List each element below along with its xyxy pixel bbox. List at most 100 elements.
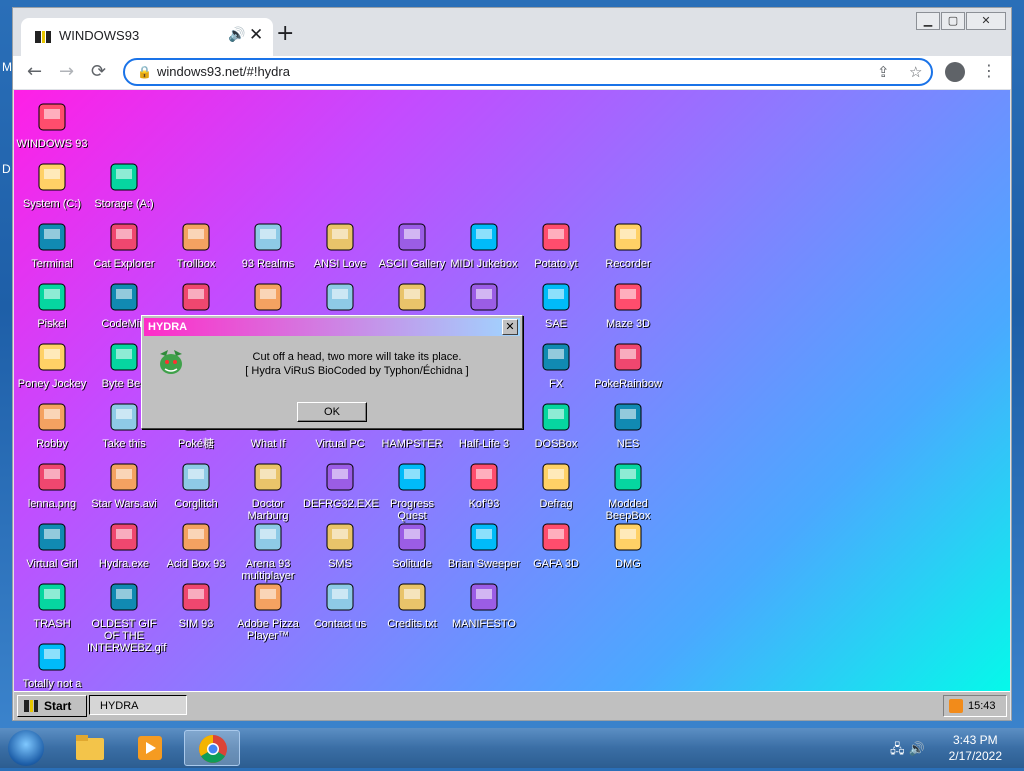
explorer-icon[interactable] (62, 730, 118, 766)
desktop-icon[interactable]: Totally not a (15, 640, 89, 690)
desktop-icon[interactable]: MANIFESTO (447, 580, 521, 630)
desktop-icon[interactable]: SMS (303, 520, 377, 570)
image-file-icon (35, 460, 69, 494)
desktop-icon[interactable]: Acid Box 93 (159, 520, 233, 570)
desktop-icon[interactable]: SAE (519, 280, 593, 330)
share-icon[interactable]: ⇪ (877, 63, 890, 81)
maximize-button[interactable]: ▢ (941, 12, 965, 30)
desktop-icon[interactable] (159, 280, 233, 318)
desktop-icon[interactable]: Solitude (375, 520, 449, 570)
desktop-icon[interactable]: MIDI Jukebox (447, 220, 521, 270)
desktop-icon[interactable]: Storage (A:) (87, 160, 161, 210)
minimize-button[interactable]: ▁ (916, 12, 940, 30)
back-button[interactable]: ← (27, 62, 42, 82)
desktop-icon[interactable]: Piskel (15, 280, 89, 330)
windows93-favicon-icon (35, 31, 51, 43)
desktop-icon[interactable]: Contact us (303, 580, 377, 630)
desktop-icon[interactable] (447, 280, 521, 318)
desktop-icon-label: Adobe Pizza Player™ (237, 618, 299, 642)
desktop-icon[interactable]: lenna.png (15, 460, 89, 510)
address-bar[interactable]: 🔒 windows93.net/#!hydra ⇪ ☆ (123, 58, 933, 86)
girl-icon (35, 520, 69, 554)
desktop-icon[interactable] (375, 280, 449, 318)
network-volume-icons[interactable]: 🖧 🔊 (890, 740, 925, 762)
desktop-icon[interactable]: Brian Sweeper (447, 520, 521, 570)
dialog-close-button[interactable]: ✕ (502, 319, 518, 335)
desktop-icon[interactable]: Doctor Marburg (231, 460, 305, 522)
desktop-icon[interactable]: ANSI Love (303, 220, 377, 270)
new-tab-button[interactable]: + (276, 23, 294, 45)
dialog-titlebar[interactable]: HYDRA ✕ (144, 318, 520, 336)
desktop-icon[interactable]: Terminal (15, 220, 89, 270)
desktop-icon[interactable] (303, 280, 377, 318)
desktop-icon[interactable]: NES (591, 400, 665, 450)
pony-icon (35, 340, 69, 374)
desktop-icon[interactable]: PokeRainbow (591, 340, 665, 390)
desktop-icon[interactable]: WINDOWS 93 (15, 100, 89, 150)
desktop-icon[interactable]: GAFA 3D (519, 520, 593, 570)
desktop-icon[interactable] (231, 280, 305, 318)
audio-icon[interactable]: 🔊 (228, 27, 245, 43)
desktop-icon[interactable]: Arena 93 multiplayer (231, 520, 305, 582)
desktop-icon[interactable]: Potato.yt (519, 220, 593, 270)
desktop-icon[interactable]: SIM 93 (159, 580, 233, 630)
desktop-icon[interactable]: Kof'93 (447, 460, 521, 510)
desktop-icon[interactable]: Poney Jockey (15, 340, 89, 390)
profile-avatar-icon[interactable] (945, 62, 965, 82)
desktop-icon[interactable]: Robby (15, 400, 89, 450)
lock-icon[interactable]: 🔒 (137, 65, 152, 79)
desktop-icon[interactable]: DEFRG32.EXE (303, 460, 379, 510)
tab-close-icon[interactable]: ✕ (249, 25, 263, 45)
system-clock[interactable]: 3:43 PM 2/17/2022 (949, 732, 1002, 764)
rss-icon[interactable] (949, 699, 963, 713)
windows-start-orb-icon[interactable] (8, 730, 44, 766)
close-button[interactable]: ✕ (966, 12, 1006, 30)
desktop-icon[interactable]: Star Wars.avi (87, 460, 161, 510)
cube-icon (179, 280, 213, 314)
desktop-icon-label: SIM 93 (178, 618, 214, 630)
desktop-icon[interactable]: Maze 3D (591, 280, 665, 330)
desktop-icon[interactable]: DMG (591, 520, 665, 570)
reload-button[interactable]: ⟳ (91, 62, 106, 82)
browser-tab[interactable]: WINDOWS93 🔊 ✕ (21, 18, 273, 56)
desktop-icon-label: TRASH (33, 618, 71, 630)
desktop-icon[interactable]: FX (519, 340, 593, 390)
desktop-icon[interactable]: Hydra.exe (87, 520, 161, 570)
start-button[interactable]: Start (17, 695, 87, 717)
desktop-icon[interactable]: Recorder (591, 220, 665, 270)
desktop-icon[interactable]: Credits.txt (375, 580, 449, 630)
desktop-icon[interactable]: Virtual Girl (15, 520, 89, 570)
desktop-icon[interactable]: 93 Realms (231, 220, 305, 270)
desktop-icon[interactable]: TRASH (15, 580, 89, 630)
url-text[interactable]: windows93.net/#!hydra (157, 64, 290, 79)
desktop-icon[interactable]: ASCII Gallery (375, 220, 449, 270)
desktop-icon-label: Cat Explorer (93, 258, 155, 270)
desktop-icon[interactable]: DOSBox (519, 400, 593, 450)
desktop-icon[interactable]: Defrag (519, 460, 593, 510)
desktop-icon-label: lenna.png (27, 498, 77, 510)
hydra-icon (160, 350, 182, 374)
windows93-logo-icon (24, 700, 38, 712)
windows93-taskbar: Start HYDRA 15:43 (14, 691, 1010, 720)
bookmark-star-icon[interactable]: ☆ (909, 63, 922, 81)
desktop-icon[interactable]: Trollbox (159, 220, 233, 270)
desktop-icon[interactable]: System (C:) (15, 160, 89, 210)
forward-button[interactable]: → (59, 62, 74, 82)
desktop-icon[interactable]: Cat Explorer (87, 220, 161, 270)
ok-button[interactable]: OK (297, 402, 367, 422)
codemirror-icon (107, 280, 141, 314)
menu-icon[interactable]: ⋮ (981, 61, 997, 80)
desktop-icon-label: Star Wars.avi (91, 498, 157, 510)
desktop-icon[interactable]: Corglitch (159, 460, 233, 510)
desktop-icon[interactable]: Progress Quest (375, 460, 449, 522)
media-player-icon[interactable] (122, 730, 178, 766)
taskbar-item-hydra[interactable]: HYDRA (89, 695, 187, 715)
desktop-icon-label: Terminal (31, 258, 73, 270)
desktop-icon-label: 93 Realms (241, 258, 295, 270)
desktop-icon[interactable]: Modded BeepBox (591, 460, 665, 522)
chrome-icon[interactable] (184, 730, 240, 766)
desktop-icon[interactable]: OLDEST GIF OF THE INTERWEBZ.gif (87, 580, 166, 654)
desktop-icon[interactable]: Adobe Pizza Player™ (231, 580, 305, 642)
mine-icon (467, 520, 501, 554)
windows93-desktop: WINDOWS 93 System (C:) Storage (A:) Termina… (14, 90, 1010, 720)
